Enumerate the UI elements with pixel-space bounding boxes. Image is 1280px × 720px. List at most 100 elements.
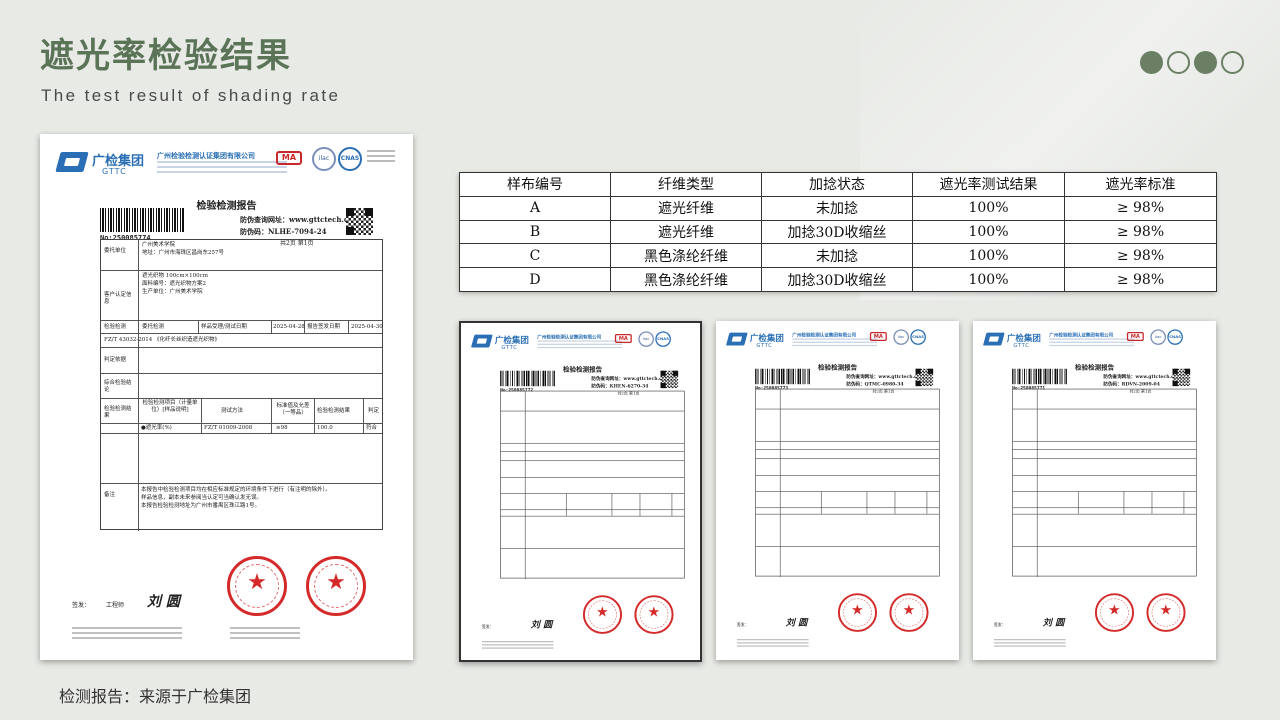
org-address-lines (157, 161, 287, 176)
col-method: 测试方法 (221, 408, 244, 414)
sample-line-2: 面料编号：遮光织物方案2 (142, 281, 207, 287)
client-address: 地址：广州市海珠区昌岗东257号 (142, 250, 224, 256)
ilac-cert-icon: ilac (638, 331, 654, 347)
footer-lines (481, 640, 554, 651)
org-name: 广州检验检测认证集团有限公司 (157, 152, 255, 160)
ilac-cert-icon: ilac (1150, 329, 1166, 345)
sample-line-3: 生产单位：广州美术学院 (142, 289, 203, 295)
table-cell: 加捻30D收缩丝 (761, 267, 913, 292)
org-address-lines (537, 340, 623, 350)
antifake-code: 防伪码：NLHE-7094-24 (240, 227, 327, 236)
table-cell: ≥ 98% (1064, 267, 1217, 292)
org-address-lines (1049, 338, 1135, 348)
official-seal-icon (1094, 593, 1135, 632)
table-header-row: 样布编号 纤维类型 加捻状态 遮光率测试结果 遮光率标准 (459, 172, 1217, 197)
standard-text: FZ/T 43032-2014 《化纤长丝织造遮光织物》 (104, 337, 221, 343)
testing-seal-icon (634, 595, 674, 634)
gttc-logo-icon (470, 334, 493, 348)
table-row: B 遮光纤维 加捻30D收缩丝 100% ≥ 98% (459, 219, 1217, 245)
issue-label: 报告签发日期 (307, 324, 341, 330)
main-test-report[interactable]: 广检集团 GTTC 广州检验检测认证集团有限公司 MA ilac CNAS 检验… (40, 134, 413, 660)
testing-seal-icon (1146, 593, 1186, 632)
signer-block: 签发： 工程师 (72, 600, 124, 609)
row-result: 100.0 (317, 425, 333, 431)
cma-cert-icon: MA (869, 331, 887, 341)
gttc-logo-icon (982, 332, 1005, 346)
signature: 刘 圆 (785, 617, 808, 629)
page-title: 遮光率检验结果 (40, 36, 292, 76)
table-cell: 未加捻 (761, 243, 913, 269)
table-row: A 遮光纤维 未加捻 100% ≥ 98% (459, 195, 1217, 221)
category-value: 委托检测 (142, 324, 165, 330)
table-header-cell: 遮光率标准 (1064, 172, 1217, 197)
table-header-cell: 遮光率测试结果 (912, 172, 1065, 197)
row-item: ●遮光率(%) (141, 425, 172, 431)
table-cell: 黑色涤纶纤维 (610, 267, 762, 292)
col-item: 检验检测项目（计量单位）[样品说明] (142, 400, 198, 413)
table-row: C 黑色涤纶纤维 未加捻 100% ≥ 98% (459, 243, 1217, 269)
table-cell: D (459, 267, 611, 292)
antifake-code: 防伪码：KHEN-6270-34 (591, 382, 649, 389)
logo-en-text: GTTC (1013, 342, 1030, 349)
signer-label: 签发： (993, 622, 1006, 628)
report-thumbnail-1[interactable]: 广检集团 GTTC 广州检验检测认证集团有限公司 MA ilac CNAS 检验… (459, 321, 702, 662)
conclusion-label: 综合检验结论 (104, 380, 132, 393)
cnas-cert-icon: CNAS (655, 331, 671, 347)
category-label: 检验检测 (104, 324, 127, 330)
page-subtitle: The test result of shading rate (41, 86, 341, 105)
table-cell: ≥ 98% (1064, 219, 1217, 245)
sample-line-1: 遮光织物 100cm×100cm (142, 273, 208, 279)
pager-dot-1[interactable] (1140, 51, 1163, 74)
cert-text-lines (367, 150, 395, 165)
client-label: 委托单位 (104, 248, 127, 254)
signature: 刘 圆 (530, 619, 553, 631)
qr-code-icon (1172, 368, 1191, 387)
cnas-cert-icon: CNAS (910, 329, 926, 345)
pager-dot-3[interactable] (1194, 51, 1217, 74)
signer-label: 签发： (736, 622, 749, 628)
pager-dot-2[interactable] (1167, 51, 1190, 74)
table-cell: C (459, 243, 611, 269)
gttc-logo-icon (725, 332, 748, 346)
official-seal-icon (227, 556, 287, 616)
report-form-table (1012, 388, 1197, 578)
cnas-cert-icon: CNAS (338, 147, 362, 171)
qr-code-icon (915, 368, 934, 387)
barcode-icon (755, 368, 810, 385)
table-cell: 遮光纤维 (610, 195, 762, 221)
table-cell: 未加捻 (761, 195, 913, 221)
pager-dot-4[interactable] (1221, 51, 1244, 74)
table-cell: 100% (912, 219, 1065, 245)
report-thumbnail-2[interactable]: 广检集团 GTTC 广州检验检测认证集团有限公司 MA ilac CNAS 检验… (716, 321, 959, 660)
remark-line-1: 本报告中检验检测项目均在相应标准规定的环境条件下进行（有注明的除外）。 (141, 487, 331, 493)
testing-seal-icon (889, 593, 929, 632)
cma-cert-icon: MA (1126, 331, 1144, 341)
logo-en-text: GTTC (501, 344, 518, 351)
barcode-icon (500, 370, 555, 387)
antifake-site: 防伪查询网址：www.gttctech.com (591, 375, 670, 382)
received-label: 样品受理/测试日期 (201, 324, 247, 330)
gttc-logo: 广检集团 GTTC (725, 330, 784, 349)
row-judgement: 符合 (366, 425, 378, 431)
col-result: 检验检测结果 (317, 408, 351, 414)
cnas-cert-icon: CNAS (1167, 329, 1183, 345)
signer-title: 工程师 (105, 602, 124, 609)
logo-en-text: GTTC (102, 167, 127, 176)
testing-seal-icon (306, 556, 366, 616)
table-cell: ≥ 98% (1064, 195, 1217, 221)
barcode-icon (1012, 368, 1067, 385)
remark-line-2: 样品信息，副本未来参阅当认定可当确认发无误。 (141, 495, 263, 501)
table-cell: B (459, 219, 611, 245)
gttc-logo: 广检集团 GTTC (55, 148, 144, 178)
cma-cert-icon: MA (614, 333, 632, 343)
antifake-site: 防伪查询网址：www.gttctech.com (240, 215, 361, 224)
table-header-cell: 加捻状态 (761, 172, 913, 197)
judgement-label: 判定依据 (104, 357, 127, 363)
table-cell: 100% (912, 195, 1065, 221)
row-requirement: ≥98 (276, 425, 288, 431)
antifake-code: 防伪码：RDVN-2009-04 (1103, 380, 1160, 387)
row-method: FZ/T 01009-2008 (204, 425, 253, 431)
report-thumbnail-3[interactable]: 广检集团 GTTC 广州检验检测认证集团有限公司 MA ilac CNAS 检验… (973, 321, 1216, 660)
table-cell: 遮光纤维 (610, 219, 762, 245)
col-requirement: 标准值及允差（一等品） (276, 403, 310, 416)
